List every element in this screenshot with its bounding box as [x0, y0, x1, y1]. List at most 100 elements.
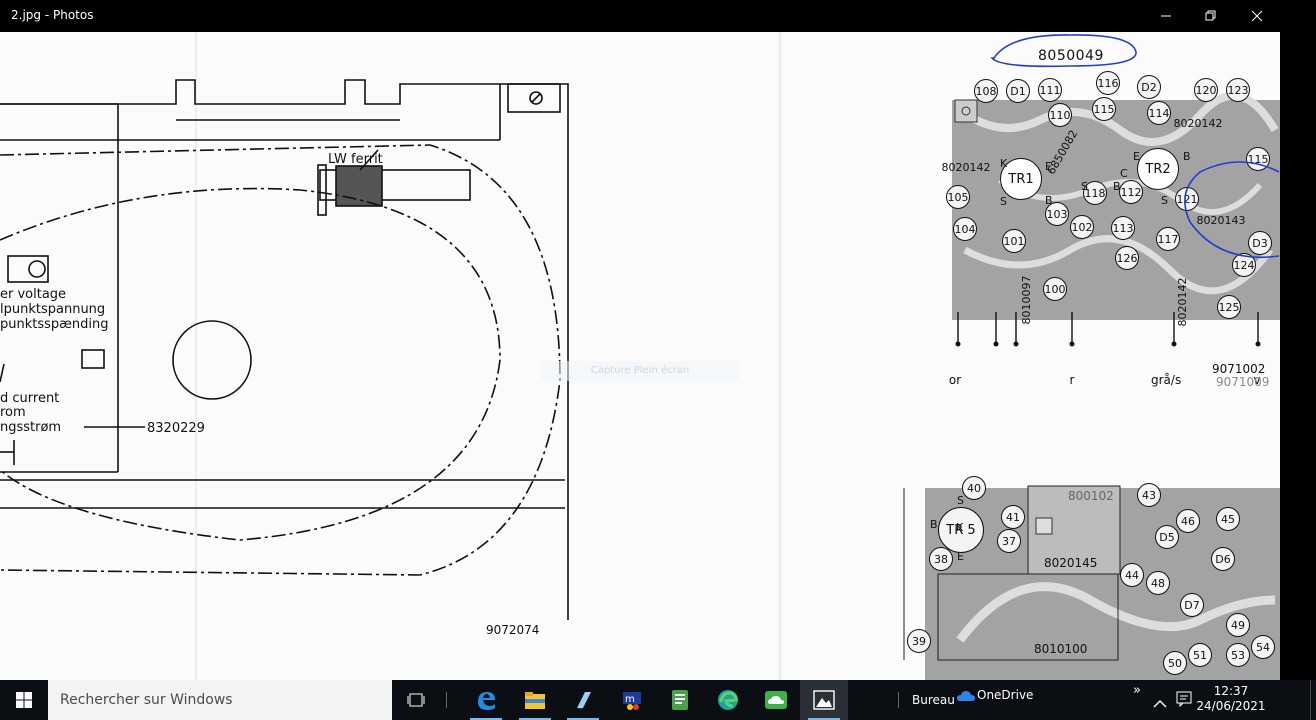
pcb-component-label: TR2	[1137, 148, 1179, 190]
taskbar-divider	[446, 692, 447, 708]
pcb-component-label: 123	[1226, 78, 1250, 102]
pcb-component-label: 8010097	[1019, 275, 1033, 325]
schematic-image: LW ferrit er voltage lpunktspannung punk…	[0, 32, 1280, 680]
voltage-label-2: lpunktspannung	[0, 302, 105, 317]
pcb-component-label: 48	[1146, 571, 1170, 595]
right-edge	[1280, 32, 1316, 680]
photo-canvas[interactable]: LW ferrit er voltage lpunktspannung punk…	[0, 32, 1280, 680]
task-view-icon	[407, 693, 425, 707]
transistor-pin-letter: E	[1045, 160, 1052, 173]
current-label-1: d current	[0, 391, 59, 406]
pcb-board-number: 8020145	[1044, 556, 1098, 570]
pcb-component-label: D1	[1006, 79, 1030, 103]
pcb-component-label: 50	[1163, 651, 1187, 675]
pcb-component-label: 8020142	[1173, 116, 1223, 130]
windows-logo-icon	[16, 692, 32, 708]
notepad-icon	[577, 692, 591, 710]
pcb-component-label: 8020142	[941, 160, 991, 174]
pcb-component-label: 8020142	[1175, 277, 1189, 327]
desktop-toolbar-label[interactable]: Bureau	[912, 693, 955, 707]
window-title: 2.jpg - Photos	[11, 8, 94, 22]
edge-legacy-icon	[478, 692, 495, 710]
pcb-component-label: 45	[1216, 507, 1240, 531]
task-view-button[interactable]	[392, 680, 440, 720]
taskbar-file-explorer[interactable]	[511, 680, 559, 720]
pcb-board-number: 800102	[1068, 489, 1114, 503]
restore-icon	[1205, 10, 1216, 21]
pcb-component-label: 43	[1137, 483, 1161, 507]
board-header-number: 8050049	[1038, 48, 1104, 64]
pcb-component-label: 121	[1175, 187, 1199, 211]
pcb-component-label: D5	[1155, 525, 1179, 549]
pcb-component-label: 39	[907, 629, 931, 653]
pcb-component-label: D2	[1137, 75, 1161, 99]
pcb-component-label: 113	[1111, 216, 1135, 240]
pcb-component-label: 116	[1096, 71, 1120, 95]
pcb-component-label: 112	[1119, 180, 1143, 204]
transistor-pin-letter: S	[1161, 194, 1168, 207]
pcb-component-label: 44	[1120, 563, 1144, 587]
pcb-component-label: 104	[953, 217, 977, 241]
transistor-pin-letter: K	[956, 521, 964, 534]
pcb-component-label: 114	[1147, 101, 1171, 125]
photos-icon	[813, 690, 835, 710]
screenshot-watermark: Capture Plein écran	[540, 361, 740, 381]
taskbar-edge-legacy[interactable]	[462, 680, 510, 720]
minimize-button[interactable]	[1143, 0, 1189, 32]
file-explorer-icon	[525, 692, 545, 709]
notes-icon	[672, 690, 688, 710]
title-bar: 2.jpg - Photos	[0, 0, 1316, 32]
current-label-2: rom	[0, 405, 26, 420]
drawing-number-label: 9072074	[486, 623, 539, 637]
pcb-component-label: 115	[1092, 97, 1116, 121]
show-desktop-button[interactable]	[1310, 680, 1316, 720]
chevron-up-icon[interactable]	[1153, 694, 1167, 713]
onedrive-icon[interactable]	[957, 688, 975, 707]
transistor-pin-letter: B	[1045, 194, 1053, 207]
cloud-app-icon	[765, 691, 787, 709]
transistor-pin-letter: S	[1000, 195, 1007, 208]
minimize-icon	[1161, 15, 1171, 17]
lw-ferrit-label: LW ferrit	[328, 152, 383, 167]
pcb-component-label: D6	[1211, 547, 1235, 571]
restore-button[interactable]	[1188, 0, 1234, 32]
pcb-component-label: 53	[1226, 643, 1250, 667]
close-button[interactable]	[1234, 0, 1280, 32]
pcb-pin-label: r	[1069, 373, 1075, 387]
taskbar-mediaplayer[interactable]: m	[608, 680, 656, 720]
taskbar-search[interactable]	[48, 680, 392, 720]
pcb-component-label: D7	[1180, 593, 1204, 617]
pcb-component-label: 125	[1217, 295, 1241, 319]
pcb-component-label: 115	[1246, 147, 1270, 171]
taskbar-notepad[interactable]	[559, 680, 607, 720]
edge-icon	[718, 690, 738, 710]
taskbar-edge[interactable]	[704, 680, 752, 720]
clock-date: 24/06/2021	[1196, 699, 1266, 713]
pcb-component-label: 126	[1115, 246, 1139, 270]
taskbar-photos[interactable]	[800, 680, 848, 720]
search-input[interactable]	[48, 680, 390, 720]
system-clock[interactable]: 12:37 24/06/2021	[1196, 684, 1266, 714]
toolbar-overflow-button[interactable]: »	[1133, 683, 1141, 698]
onedrive-label[interactable]: OneDrive	[977, 688, 1033, 702]
clock-time: 12:37	[1213, 684, 1249, 698]
part-number-label: 8320229	[147, 421, 205, 436]
pcb-component-label: 124	[1232, 253, 1256, 277]
voltage-label-3: punktsspænding	[0, 317, 109, 332]
pcb-component-label: D3	[1248, 231, 1272, 255]
pcb-component-label: 102	[1070, 215, 1094, 239]
pcb-component-label: 38	[929, 547, 953, 571]
notification-icon[interactable]	[1176, 691, 1192, 711]
pcb-component-label: 40	[962, 476, 986, 500]
transistor-pin-letter: S	[957, 494, 964, 507]
taskbar-notes[interactable]	[656, 680, 704, 720]
taskbar-cloud-app[interactable]	[752, 680, 800, 720]
transistor-pin-letter: B	[1113, 180, 1121, 193]
pcb-component-label: 100	[1043, 277, 1067, 301]
pcb-component-label: 54	[1251, 635, 1275, 659]
transistor-pin-letter: K	[1000, 157, 1008, 170]
pcb-board-number: 8010100	[1034, 642, 1088, 656]
mediaplayer-icon: m	[623, 692, 641, 710]
start-button[interactable]	[0, 680, 48, 720]
pcb-component-label: 110	[1048, 103, 1072, 127]
